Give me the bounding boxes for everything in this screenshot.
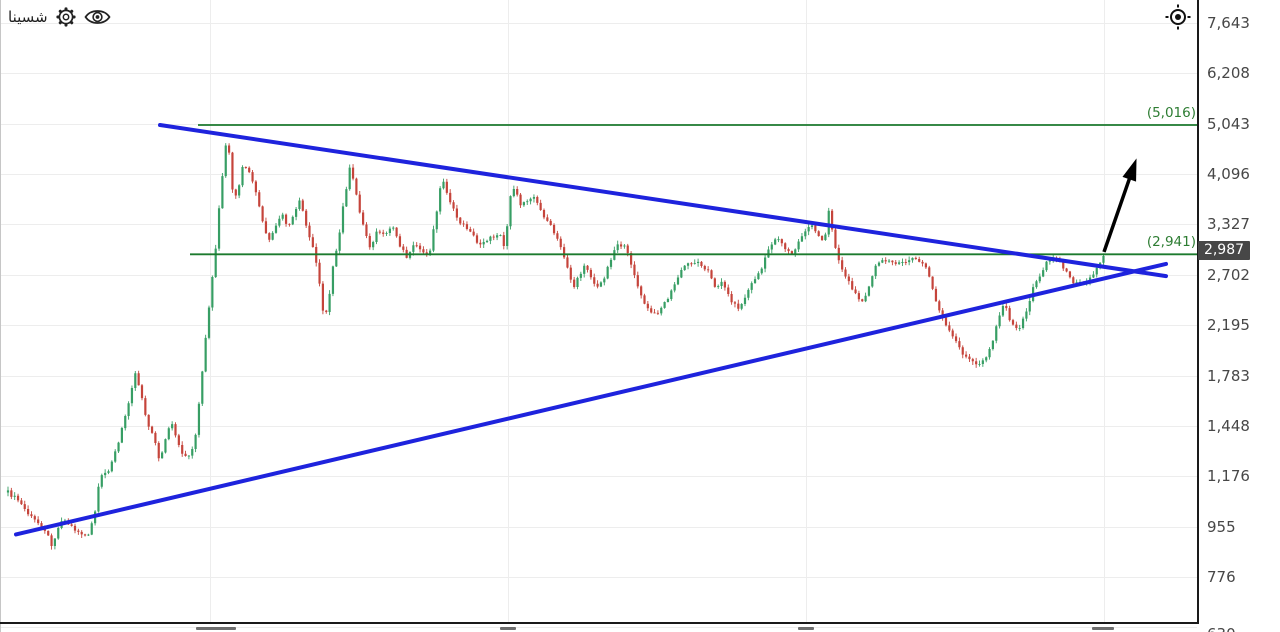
chart-window: شسينا	[0, 0, 1280, 632]
price-axis[interactable]: 7,643 6,208 5,043 4,096 3,327 2,702 2,195 1,783…	[1199, 0, 1280, 632]
plot-area[interactable]	[0, 0, 1197, 632]
chart-legend: شسينا	[8, 5, 111, 29]
price-tick-label: 1,783	[1207, 367, 1250, 385]
support-level-label: (2,941)	[1147, 234, 1196, 250]
price-tick-label: 6,208	[1207, 64, 1250, 82]
price-tick-label: 955	[1207, 518, 1236, 536]
time-axis-border	[0, 622, 1280, 624]
clipped-date-label	[500, 627, 516, 630]
eye-icon[interactable]	[84, 5, 111, 29]
clipped-date-label	[798, 627, 814, 630]
clipped-bottom-tick: 630	[1207, 625, 1236, 632]
target-crosshair-icon[interactable]	[1163, 2, 1193, 36]
clipped-date-label	[1092, 627, 1114, 630]
symbol-title: شسينا	[8, 5, 48, 29]
price-tick-label: 3,327	[1207, 215, 1250, 233]
price-tick-label: 776	[1207, 568, 1236, 586]
clipped-date-label	[196, 627, 236, 630]
resistance-level-label: (5,016)	[1147, 105, 1196, 121]
left-frame-border	[0, 0, 1, 632]
price-tick-label: 7,643	[1207, 14, 1250, 32]
price-tick-label: 1,176	[1207, 467, 1250, 485]
candlestick-series	[7, 143, 1105, 550]
gridlines	[0, 0, 1197, 628]
price-tick-label: 2,195	[1207, 316, 1250, 334]
price-tick-label: 2,702	[1207, 266, 1250, 284]
gear-icon[interactable]	[55, 5, 77, 29]
price-tick-label: 5,043	[1207, 115, 1250, 133]
breakout-arrow[interactable]	[1104, 160, 1136, 252]
last-price-badge: 2,987	[1198, 241, 1250, 260]
trendline-lower-ascending[interactable]	[16, 264, 1166, 535]
price-tick-label: 4,096	[1207, 165, 1250, 183]
price-tick-label: 1,448	[1207, 417, 1250, 435]
